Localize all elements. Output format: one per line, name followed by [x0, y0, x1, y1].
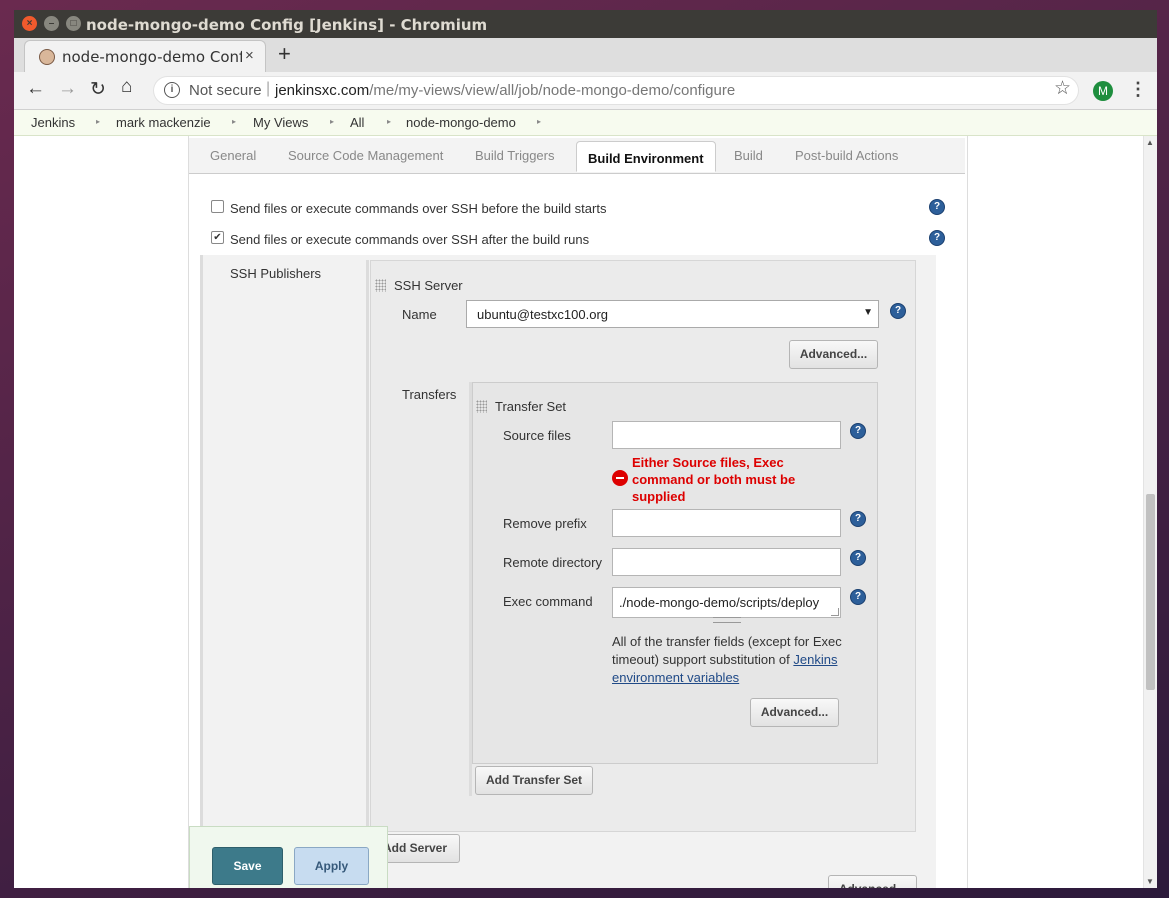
transfer-set-heading: Transfer Set — [495, 399, 567, 414]
help-icon[interactable]: ? — [929, 230, 945, 246]
tab-post-build-actions[interactable]: Post-build Actions — [795, 148, 898, 163]
ssh-server-name-label: Name — [402, 307, 437, 322]
ssh-server-name-select[interactable]: ubuntu@testxc100.org ▼ — [466, 300, 879, 328]
chevron-down-icon: ▼ — [863, 307, 873, 318]
breadcrumb-arrow-icon[interactable]: ▸ — [232, 117, 236, 126]
help-icon[interactable]: ? — [929, 199, 945, 215]
ssh-server-heading: SSH Server — [394, 278, 463, 293]
transfer-info-text: All of the transfer fields (except for E… — [612, 633, 842, 687]
drag-handle-icon[interactable] — [476, 400, 487, 413]
ssh-publishers-label: SSH Publishers — [230, 266, 322, 281]
breadcrumb-user[interactable]: mark mackenzie — [116, 115, 211, 130]
remove-prefix-label: Remove prefix — [503, 516, 587, 531]
section-indent-bar — [200, 255, 203, 888]
tab-build-environment[interactable]: Build Environment — [576, 141, 716, 172]
source-files-error: Either Source files, Exec command or bot… — [632, 455, 796, 504]
transfer-set-advanced-button[interactable]: Advanced... — [750, 698, 839, 727]
url-host: jenkinsxc.com — [275, 82, 370, 99]
remote-directory-label: Remote directory — [503, 555, 602, 570]
back-arrow-icon[interactable]: ← — [26, 78, 45, 100]
ssh-server-advanced-button[interactable]: Advanced... — [789, 340, 878, 369]
resize-grip-icon[interactable] — [831, 608, 839, 616]
ssh-before-build-checkbox[interactable] — [211, 200, 224, 213]
config-tab-bar: General Source Code Management Build Tri… — [189, 138, 965, 174]
url-divider: | — [266, 80, 271, 97]
save-apply-bar: Save Apply — [189, 826, 388, 888]
help-icon[interactable]: ? — [850, 589, 866, 605]
breadcrumb-arrow-icon[interactable]: ▸ — [387, 117, 391, 126]
tab-close-icon[interactable]: × — [245, 47, 254, 64]
error-icon — [612, 470, 628, 486]
forward-arrow-icon[interactable]: → — [58, 78, 77, 100]
new-tab-icon[interactable]: + — [278, 41, 291, 67]
ssh-after-build-label: Send files or execute commands over SSH … — [230, 232, 590, 247]
help-icon[interactable]: ? — [850, 550, 866, 566]
breadcrumb: Jenkins ▸ mark mackenzie ▸ My Views ▸ Al… — [14, 110, 1157, 136]
window-close-button[interactable]: × — [22, 16, 37, 31]
breadcrumb-job[interactable]: node-mongo-demo — [406, 115, 516, 130]
textarea-expand-handle[interactable] — [713, 617, 741, 623]
url-text[interactable]: jenkinsxc.com/me/my-views/view/all/job/n… — [275, 82, 735, 99]
exec-command-value: ./node-mongo-demo/scripts/deploy — [619, 595, 820, 610]
help-icon[interactable]: ? — [850, 511, 866, 527]
jenkins-favicon-icon — [39, 49, 55, 65]
exec-command-label: Exec command — [503, 594, 593, 609]
browser-tab-title: node-mongo-demo Config [Jenkins] — [62, 48, 242, 66]
home-icon[interactable]: ⌂ — [121, 76, 132, 98]
help-icon[interactable]: ? — [890, 303, 906, 319]
ssh-server-indent-bar — [366, 260, 369, 832]
tab-build-triggers[interactable]: Build Triggers — [475, 148, 554, 163]
remote-directory-input[interactable] — [612, 548, 841, 576]
scrollbar-thumb[interactable] — [1146, 494, 1155, 690]
help-icon[interactable]: ? — [850, 423, 866, 439]
breadcrumb-arrow-icon[interactable]: ▸ — [537, 117, 541, 126]
page-content: General Source Code Management Build Tri… — [14, 136, 1143, 888]
drag-handle-icon[interactable] — [375, 279, 386, 292]
address-bar[interactable]: i Not secure | jenkinsxc.com/me/my-views… — [154, 77, 1078, 104]
breadcrumb-my-views[interactable]: My Views — [253, 115, 308, 130]
ssh-after-build-checkbox[interactable]: ✔ — [211, 231, 224, 244]
source-files-input[interactable] — [612, 421, 841, 449]
reload-icon[interactable]: ↻ — [90, 78, 106, 101]
url-path: /me/my-views/view/all/job/node-mongo-dem… — [369, 82, 736, 99]
breadcrumb-jenkins[interactable]: Jenkins — [31, 115, 75, 130]
window-minimize-button[interactable]: – — [44, 16, 59, 31]
save-button[interactable]: Save — [212, 847, 283, 885]
tab-general[interactable]: General — [210, 148, 256, 163]
remove-prefix-input[interactable] — [612, 509, 841, 537]
scroll-up-icon[interactable]: ▲ — [1146, 138, 1154, 147]
ssh-before-build-label: Send files or execute commands over SSH … — [230, 201, 607, 216]
browser-toolbar: ← → ↻ ⌂ i Not secure | jenkinsxc.com/me/… — [14, 72, 1157, 110]
browser-window: × – □ node-mongo-demo Config [Jenkins] -… — [14, 10, 1157, 888]
security-label: Not secure — [189, 82, 262, 99]
source-files-label: Source files — [503, 428, 571, 443]
tab-source-code-management[interactable]: Source Code Management — [288, 148, 443, 163]
ssh-server-name-value: ubuntu@testxc100.org — [477, 307, 609, 322]
info-icon[interactable]: i — [164, 82, 180, 98]
profile-avatar[interactable]: M — [1093, 81, 1113, 101]
title-bar: × – □ node-mongo-demo Config [Jenkins] -… — [14, 10, 1157, 38]
apply-button[interactable]: Apply — [294, 847, 369, 885]
breadcrumb-all[interactable]: All — [350, 115, 364, 130]
browser-tab[interactable]: node-mongo-demo Config [Jenkins] × — [24, 40, 266, 72]
breadcrumb-arrow-icon[interactable]: ▸ — [96, 117, 100, 126]
exec-command-textarea[interactable]: ./node-mongo-demo/scripts/deploy — [612, 587, 841, 623]
ssh-publishers-advanced-button[interactable]: Advanced... — [828, 875, 917, 888]
bookmark-star-icon[interactable]: ☆ — [1054, 77, 1071, 100]
transfers-label: Transfers — [402, 387, 457, 402]
page-scrollbar[interactable]: ▲ ▼ — [1143, 136, 1157, 888]
window-title: node-mongo-demo Config [Jenkins] - Chrom… — [86, 16, 488, 34]
browser-menu-icon[interactable]: ⋮ — [1129, 79, 1147, 100]
tab-strip: node-mongo-demo Config [Jenkins] × + — [14, 38, 1157, 72]
scroll-down-icon[interactable]: ▼ — [1146, 877, 1154, 886]
tab-build[interactable]: Build — [734, 148, 763, 163]
window-maximize-button[interactable]: □ — [66, 16, 81, 31]
breadcrumb-arrow-icon[interactable]: ▸ — [330, 117, 334, 126]
add-transfer-set-button[interactable]: Add Transfer Set — [475, 766, 593, 795]
transfer-indent-bar — [469, 382, 472, 796]
